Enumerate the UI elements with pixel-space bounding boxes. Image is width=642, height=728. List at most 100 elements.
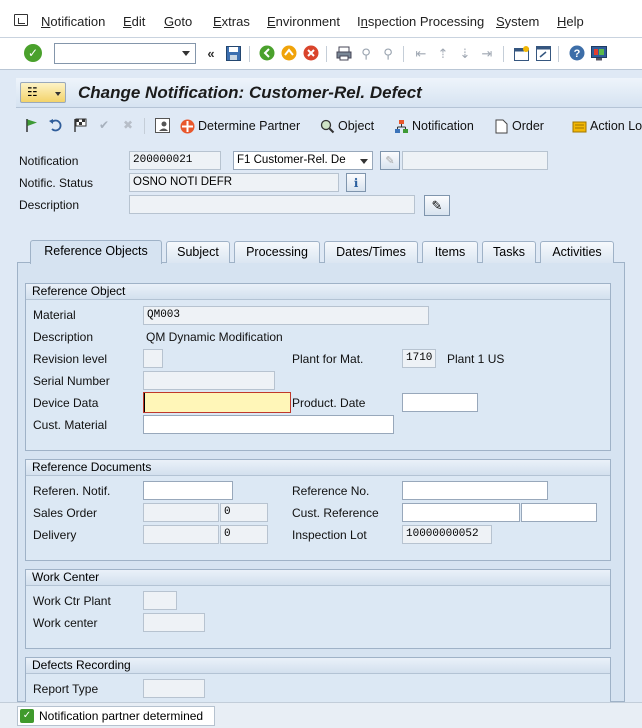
device-data-field[interactable] xyxy=(143,392,291,413)
find-icon[interactable]: ⚲ xyxy=(357,44,375,62)
command-field[interactable] xyxy=(54,43,196,64)
group-title: Work Center xyxy=(26,570,610,586)
help-icon[interactable]: ? xyxy=(568,44,586,62)
action-log-icon xyxy=(572,119,587,134)
delete-icon[interactable]: ✖ xyxy=(120,117,136,133)
transaction-menu-icon[interactable]: ☷ xyxy=(20,82,66,103)
menu-notification[interactable]: Notification xyxy=(41,14,105,29)
exit-icon[interactable] xyxy=(280,44,298,62)
menu-bar: Notification Edit Goto Extras Environmen… xyxy=(0,0,642,38)
status-message[interactable]: ✓ Notification partner determined xyxy=(17,706,215,726)
sales-order-item-field[interactable]: 0 xyxy=(220,503,268,522)
menu-environment[interactable]: Environment xyxy=(267,14,340,29)
status-bar: ✓ Notification partner determined xyxy=(0,702,642,728)
back-icon[interactable] xyxy=(258,44,276,62)
reference-number-label: Reference No. xyxy=(292,484,370,498)
order-button[interactable]: Order xyxy=(494,117,544,135)
save-icon[interactable] xyxy=(224,44,242,62)
material-description-text: QM Dynamic Modification xyxy=(146,330,283,344)
sales-order-field[interactable] xyxy=(143,503,219,522)
notification-type-select[interactable]: F1 Customer-Rel. De xyxy=(233,151,373,170)
group-title: Reference Object xyxy=(26,284,610,300)
tab-dates-times[interactable]: Dates/Times xyxy=(324,241,418,263)
description-field[interactable] xyxy=(129,195,415,214)
customize-layout-icon[interactable] xyxy=(590,44,608,62)
title-bar: ☷ Change Notification: Customer-Rel. Def… xyxy=(16,78,642,108)
production-date-field[interactable] xyxy=(402,393,478,412)
document-icon xyxy=(494,119,509,134)
menu-edit[interactable]: Edit xyxy=(123,14,145,29)
partner-determination-icon xyxy=(180,119,195,134)
application-toolbar: ✔ ✖ Determine Partner Object Notificatio… xyxy=(16,112,642,138)
checkered-flag-icon[interactable] xyxy=(72,117,88,133)
create-session-icon[interactable] xyxy=(512,44,530,62)
material-field[interactable]: QM003 xyxy=(143,306,429,325)
tab-tasks[interactable]: Tasks xyxy=(482,241,536,263)
window-menu-icon[interactable] xyxy=(14,14,28,26)
delivery-label: Delivery xyxy=(33,528,77,542)
notification-number-field[interactable]: 200000021 xyxy=(129,151,221,170)
flag-icon[interactable] xyxy=(24,117,40,133)
complete-icon[interactable]: ✔ xyxy=(96,117,112,133)
find-next-icon[interactable]: ⚲ xyxy=(379,44,397,62)
pencil-icon: ✎ xyxy=(385,155,395,167)
device-data-label: Device Data xyxy=(33,396,99,410)
hierarchy-icon xyxy=(394,119,409,134)
notification-button[interactable]: Notification xyxy=(394,117,474,135)
tab-items[interactable]: Items xyxy=(422,241,478,263)
customer-material-field[interactable] xyxy=(143,415,394,434)
menu-extras[interactable]: Extras xyxy=(213,14,250,29)
work-center-field[interactable] xyxy=(143,613,205,632)
menu-goto[interactable]: Goto xyxy=(164,14,192,29)
reference-notification-field[interactable] xyxy=(143,481,233,500)
menu-inspection-processing[interactable]: Inspection Processing xyxy=(357,14,484,29)
status-label: Notific. Status xyxy=(19,176,94,190)
long-text-button[interactable]: ✎ xyxy=(424,195,450,216)
serial-number-field[interactable] xyxy=(143,371,275,390)
double-chevron-left-icon[interactable]: « xyxy=(202,44,220,62)
delivery-item-field[interactable]: 0 xyxy=(220,525,268,544)
tab-processing[interactable]: Processing xyxy=(234,241,320,263)
standard-toolbar: ✓ « ⚲ ⚲ ⇤ ⇡ ⇣ ⇥ ? xyxy=(0,38,642,70)
shortcut-icon[interactable] xyxy=(534,44,552,62)
notification-extra-field[interactable] xyxy=(402,151,548,170)
action-log-button[interactable]: Action Lo xyxy=(572,117,642,135)
tab-reference-objects[interactable]: Reference Objects xyxy=(30,240,162,264)
cancel-icon[interactable] xyxy=(302,44,320,62)
report-type-field[interactable] xyxy=(143,679,205,698)
first-page-icon[interactable]: ⇤ xyxy=(412,44,430,62)
work-center-group: Work Center xyxy=(25,569,611,649)
revision-level-field[interactable] xyxy=(143,349,163,368)
edit-long-text-button[interactable]: ✎ xyxy=(380,151,400,170)
status-info-button[interactable]: ℹ xyxy=(346,173,366,192)
last-page-icon[interactable]: ⇥ xyxy=(478,44,496,62)
group-title: Defects Recording xyxy=(26,658,610,674)
material-label: Material xyxy=(33,308,76,322)
chevron-down-icon[interactable] xyxy=(182,51,190,56)
enter-icon[interactable]: ✓ xyxy=(24,44,42,62)
determine-partner-button[interactable]: Determine Partner xyxy=(180,117,300,135)
print-icon[interactable] xyxy=(335,44,353,62)
status-field[interactable]: OSNO NOTI DEFR xyxy=(129,173,339,192)
reference-number-field[interactable] xyxy=(402,481,548,500)
inspection-lot-field[interactable]: 10000000052 xyxy=(402,525,492,544)
plant-for-material-field[interactable]: 1710 xyxy=(402,349,436,368)
tab-activities[interactable]: Activities xyxy=(540,241,614,263)
tab-subject[interactable]: Subject xyxy=(166,241,230,263)
menu-system[interactable]: System xyxy=(496,14,539,29)
object-search-icon xyxy=(320,119,335,134)
notification-label: Notification xyxy=(19,154,79,168)
customer-material-label: Cust. Material xyxy=(33,418,108,432)
customer-reference-field[interactable] xyxy=(402,503,520,522)
customer-reference-date-field[interactable] xyxy=(521,503,597,522)
undo-icon[interactable] xyxy=(47,117,63,133)
menu-help[interactable]: Help xyxy=(557,14,584,29)
prev-page-icon[interactable]: ⇡ xyxy=(434,44,452,62)
group-title: Reference Documents xyxy=(26,460,610,476)
object-button[interactable]: Object xyxy=(320,117,374,135)
delivery-field[interactable] xyxy=(143,525,219,544)
description-label: Description xyxy=(19,198,80,212)
next-page-icon[interactable]: ⇣ xyxy=(456,44,474,62)
partner-icon[interactable] xyxy=(154,117,170,133)
work-center-plant-field[interactable] xyxy=(143,591,177,610)
